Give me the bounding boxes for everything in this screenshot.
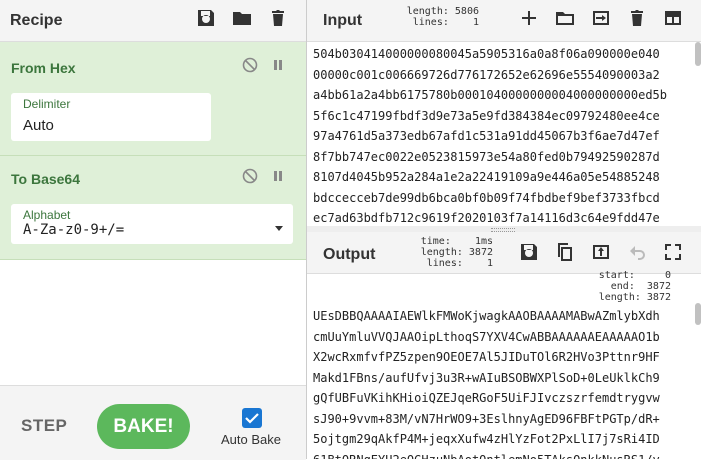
input-textarea[interactable]: 504b030414000000080045a5905316a0a8f06a09…	[313, 44, 693, 226]
save-recipe-icon[interactable]	[196, 8, 216, 28]
operation-from-hex[interactable]: From Hex Delimiter Auto	[0, 42, 306, 156]
reset-layout-icon[interactable]	[663, 8, 683, 28]
checkmark-icon	[245, 413, 259, 424]
breakpoint-pause-icon[interactable]	[270, 57, 286, 73]
recipe-title: Recipe	[10, 12, 63, 29]
input-header: Input length: 5806 lines: 1	[307, 0, 701, 42]
disable-operation-icon[interactable]	[242, 57, 258, 73]
text-line: bdccecceb7de99db6bca0bf0b09f74fbdbef9bef…	[313, 190, 660, 205]
load-recipe-folder-icon[interactable]	[232, 8, 252, 28]
input-stats: length: 5806 lines: 1	[406, 6, 479, 28]
input-scrollbar[interactable]	[695, 42, 701, 66]
open-file-icon[interactable]	[591, 8, 611, 28]
auto-bake-label: Auto Bake	[221, 432, 281, 447]
text-line: sJ90+9vvm+83M/vN7HrWO9+3EslhnyAgED96FBFt…	[313, 411, 660, 426]
output-title: Output	[323, 246, 376, 263]
operation-name: From Hex	[11, 60, 76, 76]
operation-to-base64[interactable]: To Base64 Alphabet A-Za-z0-9+/=	[0, 156, 306, 260]
recipe-pane: Recipe From Hex Delimiter Auto To Base64…	[0, 0, 307, 460]
copy-output-icon[interactable]	[555, 242, 575, 262]
text-line: 61BtORNgEYU2eOGHzuNbAotOntlemNo5TAksOnkk…	[313, 450, 693, 460]
text-line: UEsDBBQAAAAIAEWlkFMWoKjwagkAAOBAAAAMABwA…	[313, 309, 660, 323]
save-output-icon[interactable]	[519, 242, 539, 262]
text-line: a4bb61a2a4bb6175780b00010400000000040000…	[313, 88, 668, 102]
auto-bake-checkbox[interactable]	[242, 408, 262, 428]
disable-operation-icon[interactable]	[242, 168, 258, 184]
output-textarea[interactable]: UEsDBBQAAAAIAEWlkFMWoKjwagkAAOBAAAAMABwA…	[313, 306, 693, 459]
alphabet-value[interactable]: A-Za-z0-9+/=	[23, 222, 124, 238]
selection-stats: start: 0 end: 3872 length: 3872	[598, 270, 671, 303]
bake-button[interactable]: BAKE!	[97, 404, 190, 449]
output-scrollbar[interactable]	[695, 303, 701, 325]
text-line: cmUuYmluVVQJAAOipLthoqS7YXV4CwABBAAAAAAE…	[313, 329, 660, 344]
delimiter-label: Delimiter	[23, 97, 71, 111]
text-line: 8f7bb747ec0022e0523815973e54a80fed0b7949…	[313, 149, 660, 164]
breakpoint-pause-icon[interactable]	[270, 168, 286, 184]
text-line: 8107d4045b952a284a1e2a22419109a9e446a05e…	[313, 170, 660, 184]
text-line: 504b030414000000080045a5905316a0a8f06a09…	[313, 47, 660, 61]
text-line: Makd1FBns/aufUfvj3u3R+wAIuBSOBWXPlSoD+0L…	[313, 370, 660, 385]
output-header: Output time: 1ms length: 3872 lines: 1	[307, 232, 701, 274]
maximise-icon[interactable]	[663, 242, 683, 262]
text-line: 5ojtgm29qAkfP4M+jeqxXufw4zHlYzFot2PxLlI7…	[313, 432, 660, 446]
text-line: 97a4761d5a373edb67afd1c531a91dd45067b3f6…	[313, 129, 660, 143]
text-line: gQfUBFuVKihKHioiQZEJqeRGoF5UiFJIvczszrfe…	[313, 391, 660, 405]
input-title: Input	[323, 12, 363, 29]
text-line: 5f6c1c47199fbdf3d9e73a5e9fd384384ec09792…	[313, 108, 660, 123]
output-stats: time: 1ms length: 3872 lines: 1	[420, 236, 493, 269]
replace-input-icon[interactable]	[591, 242, 611, 262]
add-input-tab-icon[interactable]	[519, 8, 539, 28]
alphabet-label: Alphabet	[23, 208, 71, 222]
text-line: 00000c001c006669726d776172652e62696e5554…	[313, 67, 660, 82]
recipe-header: Recipe	[0, 0, 306, 42]
controls-bar: STEP BAKE! Auto Bake	[0, 385, 306, 460]
undo-icon[interactable]	[627, 242, 647, 262]
clear-input-trash-icon[interactable]	[627, 8, 647, 28]
text-line: X2wcRxmfvfPZ5zpen9OEOE7Al5JIDuTOl6R2HVo3…	[313, 350, 660, 364]
step-button[interactable]: STEP	[21, 416, 67, 436]
io-pane: Input length: 5806 lines: 1 504b03041400…	[307, 0, 701, 459]
text-line: ec7ad63bdfb712c9619f2020103f7a14116d3c64…	[313, 211, 660, 225]
alphabet-select[interactable]: Alphabet A-Za-z0-9+/=	[11, 204, 293, 244]
delimiter-field[interactable]: Delimiter Auto	[11, 93, 211, 141]
open-folder-icon[interactable]	[555, 8, 575, 28]
delimiter-value[interactable]: Auto	[23, 117, 54, 134]
clear-recipe-trash-icon[interactable]	[268, 8, 288, 28]
operation-name: To Base64	[11, 171, 80, 187]
chevron-down-icon[interactable]	[275, 226, 283, 231]
